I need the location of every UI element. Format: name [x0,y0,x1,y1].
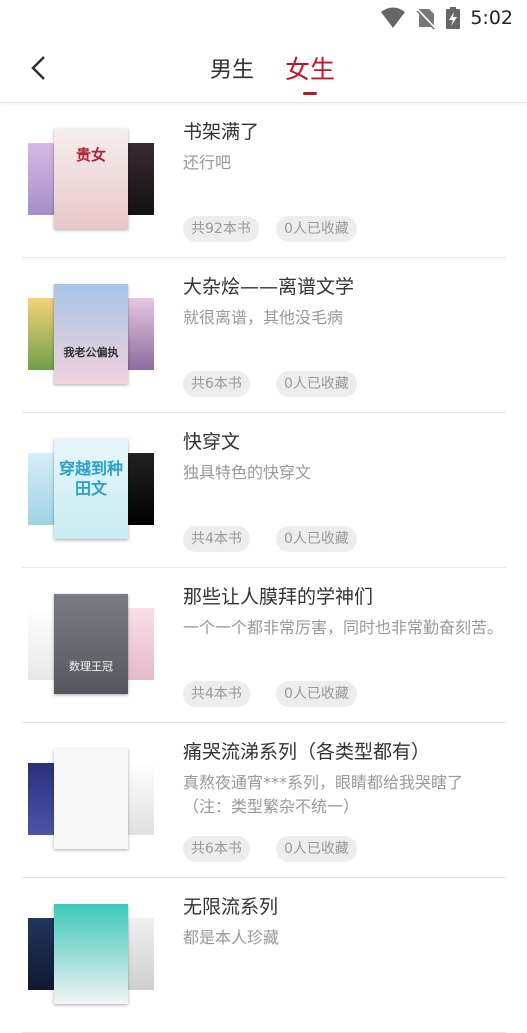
book-cover [126,143,154,215]
list-item[interactable]: 我老公偏执 大杂烩——离谱文学 就很离谱，其他没毛病 共6本书 0人已收藏 [22,258,506,413]
list-item[interactable]: 贵女 书架满了 还行吧 共92本书 0人已收藏 [22,103,506,258]
favorites-badge: 0人已收藏 [276,526,357,552]
list-title: 那些让人膜拜的学神们 [183,586,374,608]
book-cover [28,918,56,990]
book-cover [28,608,56,680]
status-bar: 5:02 [0,0,527,36]
book-cover: 数理王冠 [54,594,128,694]
favorites-badge: 0人已收藏 [276,836,357,862]
book-cover [126,763,154,835]
book-cover [28,453,56,525]
favorites-badge: 0人已收藏 [276,371,357,397]
tab-female[interactable]: 女生 [285,50,335,86]
back-button[interactable] [22,50,58,86]
book-cover [126,608,154,680]
book-cover [28,298,56,370]
cover-title: 我老公偏执 [63,346,119,359]
list-item[interactable]: 数理王冠 那些让人膜拜的学神们 一个一个都非常厉害，同时也非常勤奋刻苦。 共4本… [22,568,506,723]
book-cover: 我老公偏执 [54,284,128,384]
book-count-badge: 共6本书 [183,371,250,397]
book-cover [126,298,154,370]
list-title: 痛哭流涕系列（各类型都有） [183,741,431,763]
list-item[interactable]: 无限流系列 都是本人珍藏 [22,878,506,1033]
cover-stack [28,904,154,1006]
wifi-icon [381,7,406,28]
book-count-badge: 共92本书 [183,216,259,242]
list-title: 书架满了 [183,121,260,143]
list-title: 快穿文 [183,431,241,453]
cover-title: 贵女 [75,146,106,164]
book-count-badge: 共4本书 [183,526,250,552]
list-title: 大杂烩——离谱文学 [183,276,355,298]
book-cover: 贵女 [54,129,128,229]
chevron-left-icon [31,56,45,80]
book-cover [54,749,128,849]
list-item[interactable]: 穿越到种田文 快穿文 独具特色的快穿文 共4本书 0人已收藏 [22,413,506,568]
book-count-badge: 共4本书 [183,681,250,707]
cover-stack: 穿越到种田文 [28,439,154,541]
cover-stack [28,749,154,851]
favorites-badge: 0人已收藏 [276,216,357,242]
book-cover: 穿越到种田文 [54,439,128,539]
favorites-badge: 0人已收藏 [276,681,357,707]
list-item[interactable]: 痛哭流涕系列（各类型都有） 真熬夜通宵***系列，眼睛都给我哭瞎了（注：类型繁杂… [22,723,506,878]
cover-title: 数理王冠 [69,660,113,673]
cover-stack: 贵女 [28,129,154,231]
book-count-badge: 共6本书 [183,836,250,862]
header: 男生 女生 [0,36,527,103]
list-description: 还行吧 [183,153,232,172]
cover-stack: 我老公偏执 [28,284,154,386]
book-cover [28,763,56,835]
book-cover [28,143,56,215]
book-cover [54,904,128,1004]
list-description: 就很离谱，其他没毛病 [183,308,344,327]
book-cover [126,453,154,525]
status-icons: 5:02 [380,6,513,30]
list-description: 独具特色的快穿文 [183,463,312,482]
active-tab-indicator [303,92,317,95]
cover-title: 穿越到种田文 [58,459,123,498]
book-cover [126,918,154,990]
cover-stack: 数理王冠 [28,594,154,696]
list-description: 真熬夜通宵***系列，眼睛都给我哭瞎了（注：类型繁杂不统一） [183,773,464,816]
battery-charging-icon [446,7,461,29]
list-title: 无限流系列 [183,896,279,918]
no-sim-icon [416,8,437,29]
list-description: 都是本人珍藏 [183,928,280,947]
list-description: 一个一个都非常厉害，同时也非常勤奋刻苦。 [183,618,504,637]
tab-male[interactable]: 男生 [210,52,254,84]
status-time: 5:02 [470,7,513,29]
